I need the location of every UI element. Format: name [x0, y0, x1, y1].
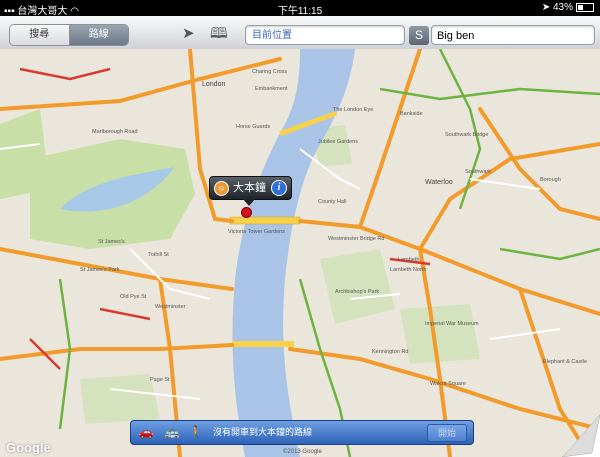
- swap-button[interactable]: S: [409, 26, 429, 45]
- map-label: Archbishop's Park: [335, 289, 380, 295]
- location-arrow-icon[interactable]: ➤: [182, 25, 195, 43]
- map-label: The London Eye: [333, 107, 374, 113]
- map-label: Horse Guards: [236, 124, 271, 130]
- battery-icon: [576, 2, 594, 12]
- clock: 下午11:15: [277, 6, 323, 17]
- map-label: Westminster Bridge Rd: [328, 236, 385, 242]
- map-label: Kennington Rd: [372, 349, 409, 355]
- map-label: Old Pye St: [120, 294, 147, 300]
- bus-icon[interactable]: 🚌: [163, 424, 181, 440]
- map-label: Southwark: [465, 169, 491, 175]
- map-label: Charing Cross: [252, 69, 288, 75]
- map-label: Waterloo: [425, 179, 453, 186]
- bookmarks-icon[interactable]: 🕮: [210, 25, 228, 43]
- location-pin-icon[interactable]: [242, 208, 251, 217]
- directions-bar: 🚗 🚌 🚶 沒有開車到大本鐘的路線 開始: [130, 420, 474, 445]
- toolbar: 搜尋 路線 ➤ 🕮 目前位置 S Big ben: [0, 16, 600, 50]
- map-label: Embankment: [255, 86, 288, 92]
- map-label: London: [202, 81, 226, 88]
- westminster-bridge: [229, 216, 301, 225]
- map-label: Walcot Square: [430, 381, 466, 387]
- map-label: Lambeth North: [390, 267, 427, 273]
- search-tab[interactable]: 搜尋: [10, 25, 70, 45]
- map-canvas: [0, 49, 600, 457]
- map-label: Westminster: [155, 304, 186, 310]
- map-label: Elephant & Castle: [543, 359, 588, 365]
- directions-tab[interactable]: 路線: [69, 25, 128, 45]
- lambeth-bridge: [232, 341, 294, 347]
- callout-title: 大本鐘: [233, 182, 266, 194]
- imperial-war-museum-park: [400, 304, 480, 364]
- map-label: Marlborough Road: [92, 129, 138, 135]
- status-bar: ▪▪▪ 台灣大哥大 ◠ 下午11:15 ➤ 43%: [0, 0, 600, 17]
- walking-icon[interactable]: 🚶: [187, 424, 205, 440]
- map-label: St James's: [98, 239, 125, 245]
- destination-field[interactable]: Big ben: [431, 25, 595, 45]
- mode-segmented-control[interactable]: 搜尋 路線: [9, 24, 129, 46]
- start-button[interactable]: 開始: [427, 424, 467, 442]
- map-label: St James's Park: [80, 267, 120, 273]
- map-label: Lambeth: [398, 257, 420, 263]
- info-icon[interactable]: i: [271, 180, 287, 196]
- map-label: Victoria Tower Gardens: [228, 229, 285, 235]
- route-message: 沒有開車到大本鐘的路線: [213, 427, 313, 437]
- map-label: Borough: [540, 177, 561, 183]
- page-curl[interactable]: [562, 415, 600, 457]
- map-label: Imperial War Museum: [425, 321, 479, 327]
- map-label: Page St: [150, 377, 170, 383]
- map-label: Jubilee Gardens: [318, 139, 359, 145]
- copyright: ©2013 Google: [283, 449, 322, 455]
- park-south: [80, 374, 160, 424]
- battery-indicator: ➤ 43%: [542, 2, 594, 13]
- map-label: Bankside: [400, 111, 423, 117]
- map-label: Southwark Bridge: [445, 132, 489, 138]
- google-logo: Google: [6, 440, 51, 455]
- map-label: County Hall: [318, 199, 347, 205]
- place-callout[interactable]: ☺ 大本鐘 i: [209, 176, 292, 206]
- map-view[interactable]: London Embankment Charing Cross Horse Gu…: [0, 49, 600, 457]
- car-icon[interactable]: 🚗: [137, 424, 155, 440]
- map-label: Tothill St: [148, 252, 169, 258]
- person-icon: ☺: [214, 181, 229, 196]
- start-location-field[interactable]: 目前位置: [245, 25, 405, 45]
